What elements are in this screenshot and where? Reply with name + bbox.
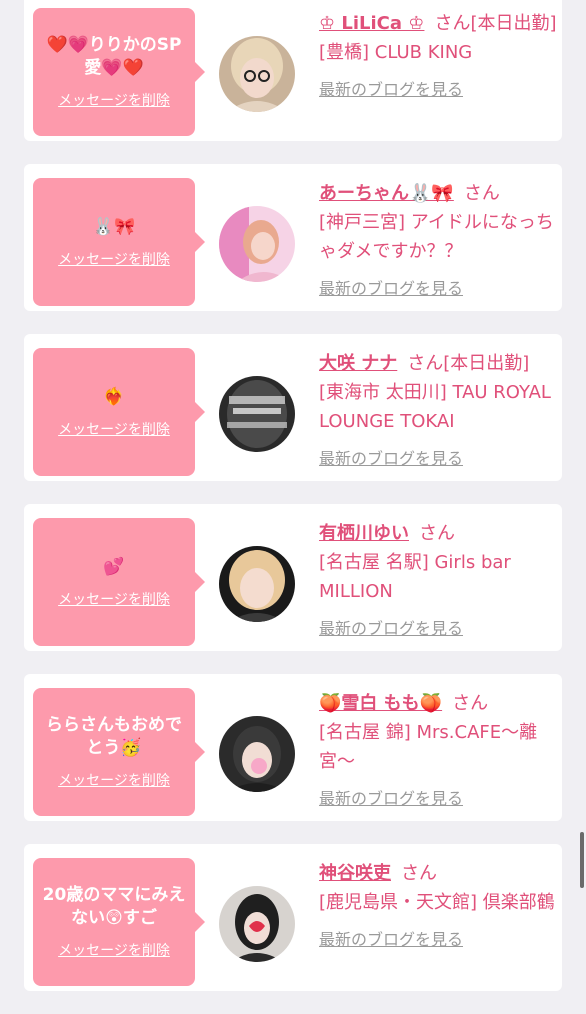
girl-name-link[interactable]: 神谷咲吏	[319, 863, 391, 884]
message-card: ららさんもおめでとう🥳 メッセージを削除 🍑雪白 もも🍑 さん [名古屋 錦] M…	[24, 674, 562, 821]
delete-message-link[interactable]: メッセージを削除	[58, 419, 170, 439]
girl-info: 大咲 ナナ さん[本日出勤] [東海市 太田川] TAU ROYAL LOUNGE…	[319, 349, 557, 473]
girl-info: あーちゃん🐰🎀 さん [神戸三宮] アイドルになっちゃダメですか？？ 最新のブログ…	[319, 179, 557, 303]
honorific: さん	[419, 523, 455, 544]
message-bubble: 20歳のママにみえない😲すご メッセージを削除	[33, 858, 205, 986]
delete-message-link[interactable]: メッセージを削除	[58, 940, 170, 960]
message-bubble: ららさんもおめでとう🥳 メッセージを削除	[33, 688, 205, 816]
latest-blog-link[interactable]: 最新のブログを見る	[319, 784, 463, 813]
avatar[interactable]	[219, 206, 295, 282]
honorific: さん	[401, 863, 437, 884]
delete-message-link[interactable]: メッセージを削除	[58, 770, 170, 790]
honorific: さん	[407, 353, 444, 374]
honorific: さん	[434, 13, 471, 34]
girl-info: 🍑雪白 もも🍑 さん [名古屋 錦] Mrs.CAFE〜離宮〜 最新のブログを見る	[319, 689, 557, 813]
message-card: 🐰🎀 メッセージを削除 あーちゃん🐰🎀 さん [神戸三宮] アイドルになっちゃダメ…	[24, 164, 562, 311]
honorific: さん	[463, 183, 500, 204]
message-list: ❤️💗りりかのSP愛💗❤️ メッセージを削除 ♔ LiLiCa ♔ さん[本日出勤…	[24, 0, 562, 1014]
avatar[interactable]	[219, 376, 295, 452]
message-text: 20歳のママにみえない😲すご	[42, 885, 186, 928]
message-bubble: ❤️‍🔥 メッセージを削除	[33, 348, 205, 476]
message-bubble: ❤️💗りりかのSP愛💗❤️ メッセージを削除	[33, 8, 205, 136]
message-text: ❤️💗りりかのSP愛💗❤️	[46, 35, 182, 78]
scrollbar[interactable]	[580, 832, 584, 888]
message-text: ららさんもおめでとう🥳	[46, 715, 182, 758]
message-bubble: 💕 メッセージを削除	[33, 518, 205, 646]
girl-name-link[interactable]: 🍑雪白 もも🍑	[319, 693, 442, 714]
shop-info: [東海市 太田川] TAU ROYAL LOUNGE TOKAI	[319, 382, 551, 432]
message-bubble: 🐰🎀 メッセージを削除	[33, 178, 205, 306]
delete-message-link[interactable]: メッセージを削除	[58, 90, 170, 110]
message-text: 🐰🎀	[92, 216, 136, 237]
girl-name-link[interactable]: ♔ LiLiCa ♔	[319, 13, 424, 34]
avatar[interactable]	[219, 36, 295, 112]
status-text: [本日出勤]	[470, 13, 557, 34]
shop-info: [神戸三宮] アイドルになっちゃダメですか？？	[319, 212, 554, 262]
girl-info: ♔ LiLiCa ♔ さん[本日出勤] [豊橋] CLUB KING 最新のブログ…	[319, 9, 557, 104]
message-card: ❤️‍🔥 メッセージを削除 大咲 ナナ さん[本日出勤] [東海市 太田川] TA…	[24, 334, 562, 481]
girl-name-link[interactable]: あーちゃん🐰🎀	[319, 183, 454, 204]
avatar[interactable]	[219, 886, 295, 962]
shop-info: [鹿児島県・天文館] 倶楽部鶴	[319, 892, 555, 913]
message-text: ❤️‍🔥	[103, 386, 125, 407]
status-text: [本日出勤]	[443, 353, 530, 374]
avatar[interactable]	[219, 716, 295, 792]
delete-message-link[interactable]: メッセージを削除	[58, 589, 170, 609]
shop-info: [豊橋] CLUB KING	[319, 42, 473, 63]
message-card: 💕 メッセージを削除 有栖川ゆい さん [名古屋 名駅] Girls bar MI…	[24, 504, 562, 651]
avatar[interactable]	[219, 546, 295, 622]
girl-name-link[interactable]: 大咲 ナナ	[319, 353, 397, 374]
latest-blog-link[interactable]: 最新のブログを見る	[319, 444, 463, 473]
shop-info: [名古屋 錦] Mrs.CAFE〜離宮〜	[319, 722, 538, 772]
latest-blog-link[interactable]: 最新のブログを見る	[319, 75, 463, 104]
shop-info: [名古屋 名駅] Girls bar MILLION	[319, 552, 511, 602]
message-card: 20歳のママにみえない😲すご メッセージを削除 神谷咲吏 さん [鹿児島県・天文館…	[24, 844, 562, 991]
girl-info: 有栖川ゆい さん [名古屋 名駅] Girls bar MILLION 最新のブロ…	[319, 519, 557, 643]
message-text: 💕	[103, 556, 125, 577]
latest-blog-link[interactable]: 最新のブログを見る	[319, 925, 463, 954]
latest-blog-link[interactable]: 最新のブログを見る	[319, 274, 463, 303]
delete-message-link[interactable]: メッセージを削除	[58, 249, 170, 269]
latest-blog-link[interactable]: 最新のブログを見る	[319, 614, 463, 643]
girl-name-link[interactable]: 有栖川ゆい	[319, 523, 409, 544]
honorific: さん	[452, 693, 489, 714]
message-card: ❤️💗りりかのSP愛💗❤️ メッセージを削除 ♔ LiLiCa ♔ さん[本日出勤…	[24, 0, 562, 141]
girl-info: 神谷咲吏 さん [鹿児島県・天文館] 倶楽部鶴 最新のブログを見る	[319, 859, 557, 954]
